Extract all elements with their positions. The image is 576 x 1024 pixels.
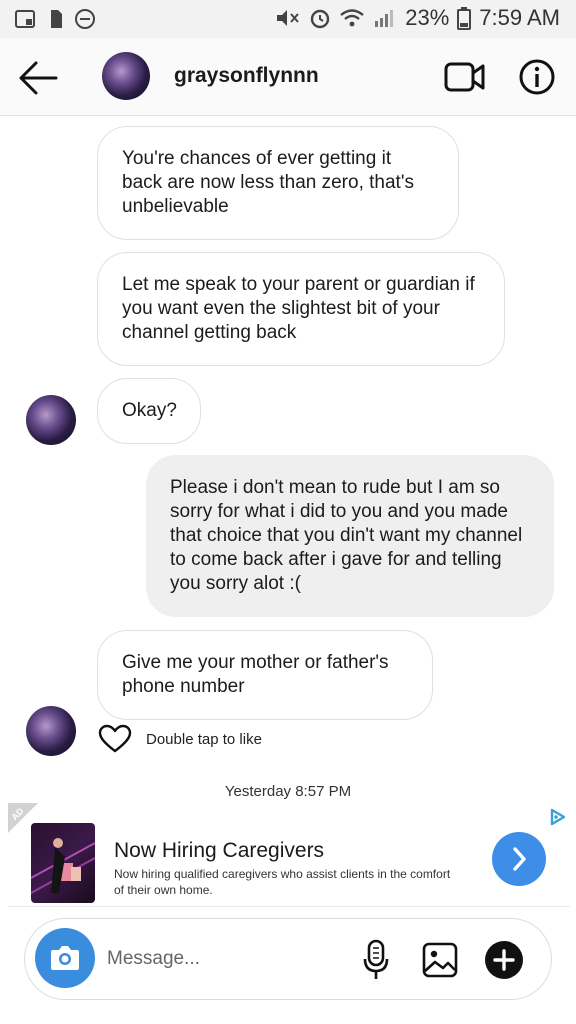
gallery-icon[interactable]: [421, 941, 459, 979]
more-options-button[interactable]: [485, 941, 523, 979]
status-right-icons: 23% 7:59 AM: [275, 5, 560, 31]
message-timestamp: Yesterday 8:57 PM: [224, 783, 352, 800]
sender-avatar[interactable]: [26, 706, 76, 756]
do-not-disturb-icon: [75, 9, 95, 29]
chevron-right-icon: [513, 847, 526, 871]
like-hint[interactable]: Double tap to like: [98, 724, 262, 754]
message-input[interactable]: [107, 941, 327, 977]
message-text: Give me your mother or father's phone nu…: [122, 652, 389, 697]
avatar[interactable]: [102, 52, 150, 100]
chat-username[interactable]: graysonflynnn: [174, 64, 319, 88]
chat-header: graysonflynnn: [0, 38, 576, 116]
camera-button[interactable]: [35, 928, 95, 988]
ad-image[interactable]: [31, 823, 95, 903]
battery-icon: [457, 7, 472, 30]
ad-title[interactable]: Now Hiring Caregivers: [114, 839, 324, 863]
camera-icon: [51, 946, 79, 970]
sponsored-ad[interactable]: AD Now Hiring Caregivers Now hiring qual…: [8, 803, 570, 907]
microphone-icon[interactable]: [361, 939, 391, 981]
message-text: Let me speak to your parent or guardian …: [122, 274, 475, 343]
message-bubble-incoming[interactable]: You're chances of ever getting it back a…: [97, 126, 459, 240]
ad-image-art: [31, 838, 95, 894]
clock: 7:59 AM: [479, 5, 560, 30]
message-bubble-incoming[interactable]: Okay?: [97, 378, 201, 444]
message-bubble-incoming[interactable]: Give me your mother or father's phone nu…: [97, 630, 433, 720]
sender-avatar[interactable]: [26, 395, 76, 445]
alarm-icon: [311, 9, 330, 29]
message-text: Okay?: [122, 400, 177, 421]
heart-icon[interactable]: [98, 724, 132, 754]
status-bar: 23% 7:59 AM: [0, 0, 576, 38]
plus-icon: [493, 949, 515, 971]
ad-open-button[interactable]: [492, 832, 546, 886]
message-composer: [24, 918, 552, 1000]
like-hint-text: Double tap to like: [146, 730, 262, 748]
message-bubble-outgoing[interactable]: Please i don't mean to rude but I am so …: [146, 455, 554, 617]
message-text: You're chances of ever getting it back a…: [122, 148, 414, 217]
message-text: Please i don't mean to rude but I am so …: [170, 477, 523, 594]
info-icon[interactable]: [518, 58, 556, 96]
message-bubble-incoming[interactable]: Let me speak to your parent or guardian …: [97, 252, 505, 366]
video-call-icon[interactable]: [444, 60, 486, 94]
signal-icon: [375, 10, 394, 27]
ad-choices-icon[interactable]: [548, 807, 568, 827]
notification-icon: [15, 10, 35, 28]
mute-icon: [277, 10, 299, 26]
wifi-icon: [340, 9, 364, 27]
back-arrow-icon[interactable]: [16, 58, 60, 98]
battery-percent: 23%: [405, 5, 450, 30]
sim-icon: [51, 10, 62, 28]
status-left-icons: [14, 8, 96, 30]
ad-description: Now hiring qualified caregivers who assi…: [114, 867, 451, 897]
